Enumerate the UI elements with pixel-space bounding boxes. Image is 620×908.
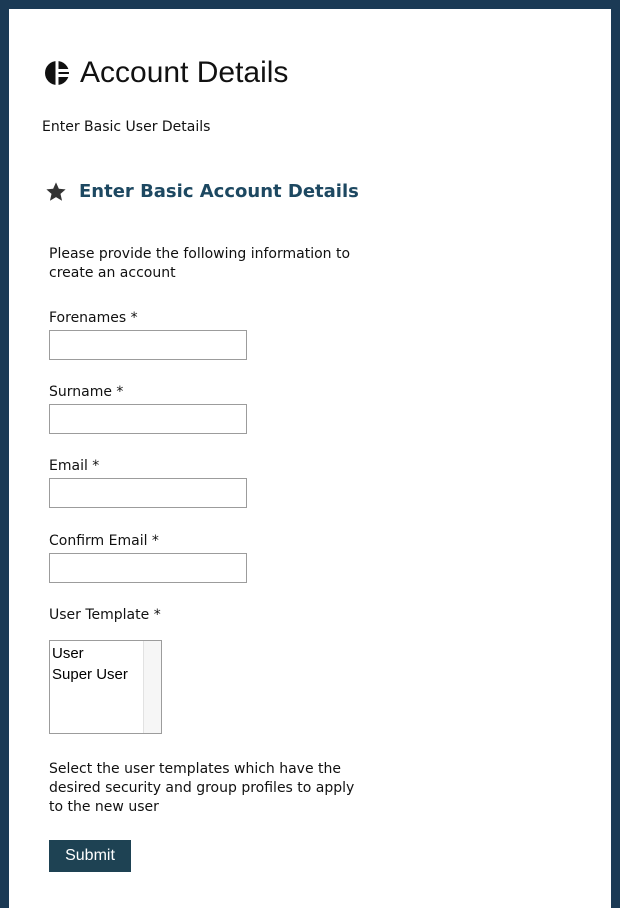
intro-text: Please provide the following information…	[49, 246, 351, 281]
confirm-email-label: Confirm Email *	[49, 533, 159, 549]
submit-button[interactable]: Submit	[49, 840, 131, 872]
forenames-label: Forenames *	[49, 310, 138, 326]
user-template-help-text: Select the user templates which have the…	[49, 761, 355, 815]
forenames-input[interactable]	[49, 330, 247, 360]
section-header: Enter Basic Account Details	[45, 181, 359, 203]
listbox-option-super-user[interactable]: Super User	[52, 665, 128, 685]
email-label: Email *	[49, 458, 100, 474]
star-icon	[45, 181, 67, 203]
listbox-option-user[interactable]: User	[52, 644, 84, 664]
confirm-email-input[interactable]	[49, 553, 247, 583]
logo-icon	[44, 60, 70, 86]
user-template-listbox[interactable]: User Super User	[49, 640, 162, 734]
surname-label: Surname *	[49, 384, 124, 400]
listbox-scrollbar[interactable]	[143, 641, 161, 733]
section-title: Enter Basic Account Details	[79, 181, 359, 202]
page-subtitle: Enter Basic User Details	[42, 119, 211, 135]
user-template-label: User Template *	[49, 607, 161, 623]
page-title: Account Details	[80, 56, 289, 89]
surname-input[interactable]	[49, 404, 247, 434]
account-details-panel: Account Details Enter Basic User Details…	[9, 9, 611, 908]
email-input[interactable]	[49, 478, 247, 508]
page-header: Account Details	[44, 55, 288, 91]
